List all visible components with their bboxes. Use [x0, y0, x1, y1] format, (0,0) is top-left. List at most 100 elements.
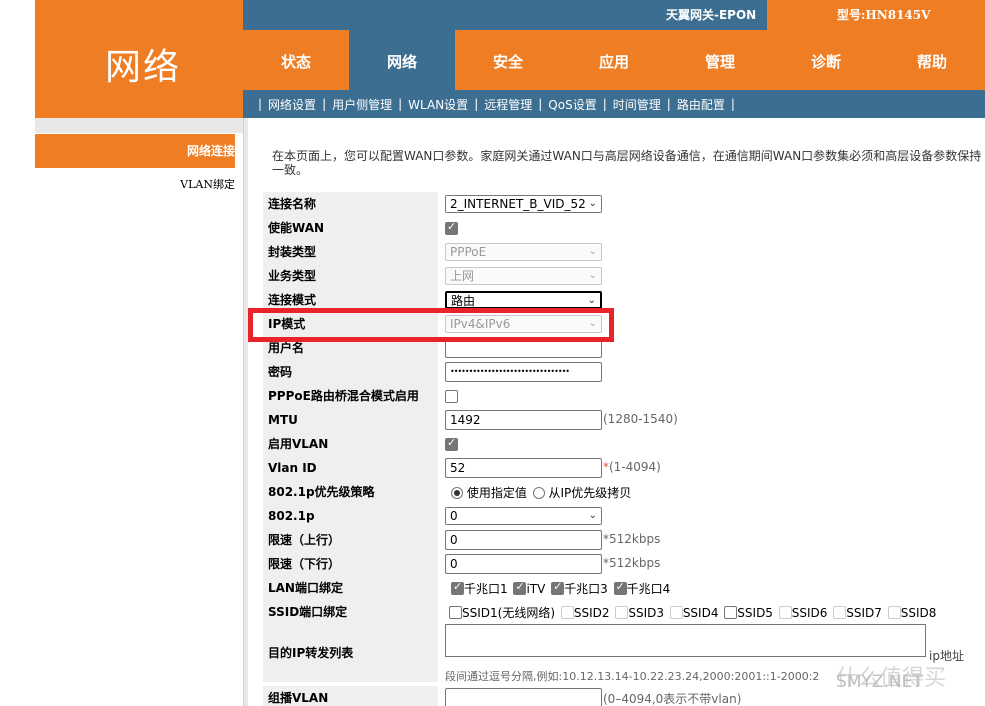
chevron-down-icon: ⌄: [588, 246, 597, 257]
form-row-connection-name: 连接名称 2_INTERNET_B_VID_52 ⌄: [263, 192, 985, 216]
nav-tab-diagnosis[interactable]: 诊断: [773, 30, 879, 90]
ssid8-checkbox[interactable]: [887, 606, 901, 619]
multicast-vlan-input[interactable]: [445, 688, 602, 706]
form-row-enable-vlan: 启用VLAN: [263, 432, 985, 456]
content-divider: [243, 118, 248, 706]
page-description: 在本页面上，您可以配置WAN口参数。家庭网关通过WAN口与高层网络设备通信，在通…: [272, 149, 982, 177]
checkbox-label: SSID8: [900, 605, 937, 620]
rate-down-hint: *512kbps: [603, 556, 661, 570]
checkbox-label: SSID3: [628, 605, 664, 620]
lan-itv-checkbox[interactable]: [513, 580, 527, 595]
lan-port3-checkbox[interactable]: [551, 580, 565, 595]
pppoe-bridge-checkbox[interactable]: [445, 390, 458, 403]
nav-tab-network[interactable]: 网络: [349, 30, 455, 90]
rate-down-input[interactable]: 0: [445, 554, 602, 574]
mtu-input[interactable]: 1492: [445, 410, 602, 430]
vlan-id-hint: (1-4094): [609, 460, 661, 474]
field-label: 802.1p: [263, 504, 438, 528]
form-row-pppoe-bridge: PPPoE路由桥混合模式启用: [263, 384, 985, 408]
rate-up-input[interactable]: 0: [445, 530, 602, 550]
multicast-vlan-hint: (0–4094,0表示不带vlan): [603, 692, 742, 706]
enable-vlan-checkbox[interactable]: [445, 436, 458, 451]
field-label: 802.1p优先级策略: [263, 480, 438, 504]
checkbox-label: SSID2: [573, 605, 610, 620]
sidebar-item-network-connection[interactable]: 网络连接: [35, 134, 235, 168]
radio-copy-from-ip[interactable]: [532, 486, 545, 499]
sub-nav: | 网络设置 | 用户侧管理 | WLAN设置 | 远程管理 | QoS设置 |…: [243, 90, 985, 118]
field-label: PPPoE路由桥混合模式启用: [263, 384, 438, 408]
chevron-down-icon: ⌄: [587, 295, 596, 306]
highlight-annotation-box: [248, 308, 614, 342]
sidebar-top-strip: [35, 118, 243, 133]
radio-use-specified[interactable]: [451, 486, 463, 499]
nav-tab-help[interactable]: 帮助: [879, 30, 985, 90]
ssid1-checkbox[interactable]: [449, 606, 462, 619]
service-type-select[interactable]: 上网 ⌄: [445, 267, 602, 285]
ssid3-checkbox[interactable]: [615, 606, 629, 619]
subnav-route[interactable]: 路由配置: [673, 96, 729, 113]
form-row-rate-down: 限速（下行） 0 *512kbps: [263, 552, 985, 576]
checkbox-label: iTV: [526, 581, 546, 596]
enable-wan-checkbox[interactable]: [445, 220, 458, 235]
vlan-id-input[interactable]: 52: [445, 458, 602, 478]
form-row-rate-up: 限速（上行） 0 *512kbps: [263, 528, 985, 552]
nav-tab-status[interactable]: 状态: [243, 30, 349, 90]
field-label: 业务类型: [263, 264, 438, 288]
ssid7-checkbox[interactable]: [833, 606, 847, 619]
conn-mode-select[interactable]: 路由 ⌄: [445, 291, 602, 309]
form-row-service-type: 业务类型 上网 ⌄: [263, 264, 985, 288]
checkbox-label: 千兆口4: [626, 582, 671, 596]
field-label: 目的IP转发列表: [263, 624, 438, 682]
connection-name-select[interactable]: 2_INTERNET_B_VID_52 ⌄: [445, 195, 602, 213]
field-label: 限速（下行）: [263, 552, 438, 576]
lan-port4-checkbox[interactable]: [613, 580, 627, 595]
ip-forward-note: 段间通过逗号分隔,例如:10.12.13.14-10.22.23.24,2000…: [445, 670, 820, 683]
chevron-down-icon: ⌄: [588, 198, 597, 209]
password-input[interactable]: ••••••••••••••••••••••••••••••••: [445, 362, 602, 382]
form-row-mtu: MTU 1492 (1280-1540): [263, 408, 985, 432]
sidebar-item-label: 网络连接: [186, 144, 235, 158]
8021p-select[interactable]: 0 ⌄: [445, 507, 602, 525]
watermark: SMYZ.NET: [836, 672, 923, 692]
subnav-network-settings[interactable]: 网络设置: [264, 96, 320, 113]
ip-forward-textarea[interactable]: [445, 624, 926, 657]
encap-type-select[interactable]: PPPoE ⌄: [445, 243, 602, 261]
section-title: 网络: [105, 47, 182, 88]
sidebar-item-vlan-binding[interactable]: VLAN绑定: [35, 176, 235, 192]
subnav-remote[interactable]: 远程管理: [480, 96, 536, 113]
field-label: LAN端口绑定: [263, 576, 438, 600]
checkbox-label: SSID5: [737, 605, 773, 620]
rate-up-hint: *512kbps: [603, 532, 661, 546]
subnav-qos[interactable]: QoS设置: [544, 96, 600, 113]
ssid6-checkbox[interactable]: [778, 606, 792, 619]
nav-tab-security[interactable]: 安全: [455, 30, 561, 90]
subnav-user-side[interactable]: 用户侧管理: [328, 96, 396, 113]
nav-tab-management[interactable]: 管理: [667, 30, 773, 90]
field-label: 使能WAN: [263, 216, 438, 240]
field-label: 启用VLAN: [263, 432, 438, 456]
field-label: 连接名称: [263, 192, 438, 216]
field-label: 密码: [263, 360, 438, 384]
ssid5-checkbox[interactable]: [724, 606, 738, 619]
checkbox-label: 千兆口3: [564, 582, 608, 596]
checkbox-label: SSID7: [846, 605, 882, 620]
field-label: 封装类型: [263, 240, 438, 264]
ssid4-checkbox[interactable]: [669, 606, 683, 619]
checkbox-label: 千兆口1: [464, 582, 508, 596]
chevron-down-icon: ⌄: [588, 270, 597, 281]
mtu-hint: (1280-1540): [603, 412, 678, 426]
subnav-wlan[interactable]: WLAN设置: [404, 96, 472, 113]
form-row-vlan-id: Vlan ID 52 *(1-4094): [263, 456, 985, 480]
form-row-enable-wan: 使能WAN: [263, 216, 985, 240]
nav-tab-application[interactable]: 应用: [561, 30, 667, 90]
form-row-lan-bind: LAN端口绑定 千兆口1 iTV 千兆口3 千兆口4: [263, 576, 985, 600]
product-name: 天翼网关-EPON: [666, 8, 757, 22]
top-bar: 天翼网关-EPON 型号:HN8145V: [243, 0, 985, 30]
subnav-time[interactable]: 时间管理: [609, 96, 665, 113]
radio-label: 从IP优先级拷贝: [548, 486, 632, 500]
form-row-priority-policy: 802.1p优先级策略 使用指定值 从IP优先级拷贝: [263, 480, 985, 504]
chevron-down-icon: ⌄: [588, 510, 597, 521]
lan-port1-checkbox[interactable]: [451, 580, 464, 595]
field-label: 组播VLAN: [263, 686, 438, 706]
ssid2-checkbox[interactable]: [560, 606, 574, 619]
